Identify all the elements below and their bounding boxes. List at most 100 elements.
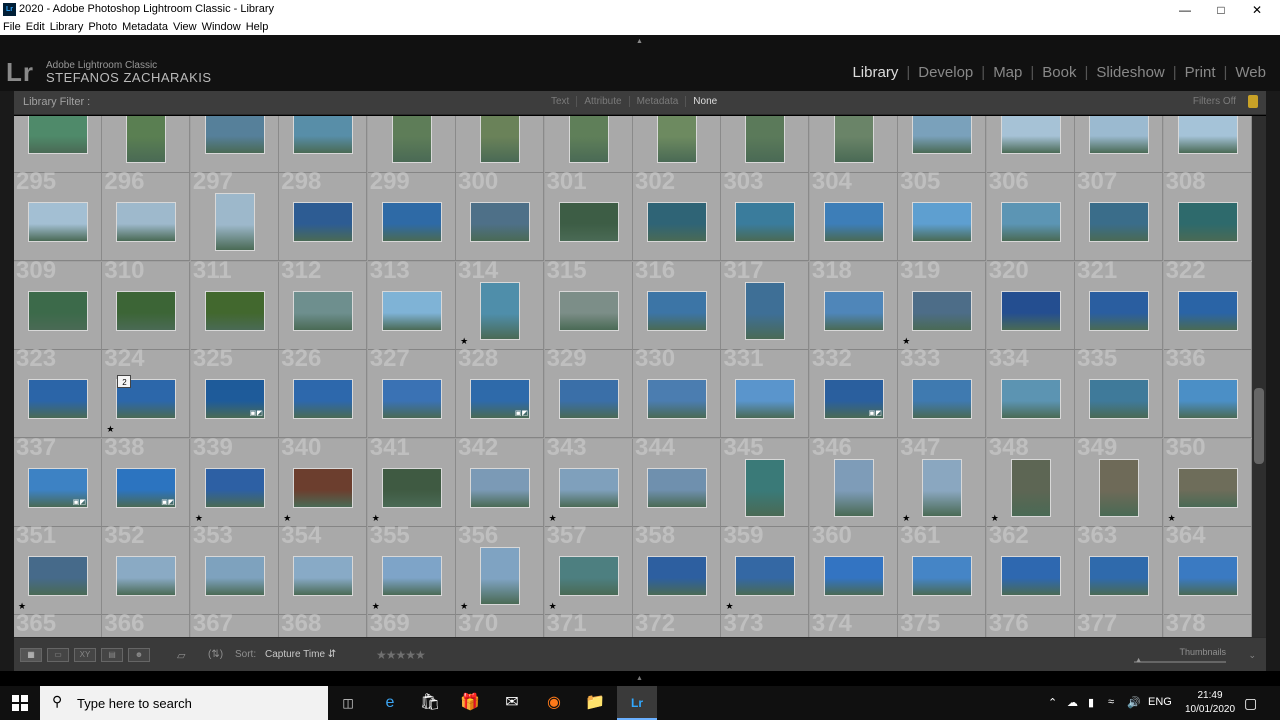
photo-thumbnail[interactable] <box>28 116 88 154</box>
toolbar-options-icon[interactable]: ⌄ <box>1248 650 1256 661</box>
photo-cell[interactable]: 360 <box>809 522 898 615</box>
photo-cell[interactable]: 352 <box>102 522 191 615</box>
photo-cell[interactable]: 313 <box>367 257 456 350</box>
menu-help[interactable]: Help <box>246 20 269 35</box>
photo-thumbnail[interactable] <box>480 116 521 163</box>
photo-cell[interactable]: 331 <box>721 345 810 439</box>
photo-thumbnail[interactable] <box>1089 379 1150 420</box>
photo-cell[interactable]: 317 <box>721 257 810 350</box>
photo-cell[interactable]: 308 <box>1163 168 1252 262</box>
photo-cell[interactable]: 298 <box>279 168 368 262</box>
photo-thumbnail[interactable] <box>293 290 354 331</box>
photo-cell[interactable]: 371 <box>544 610 633 637</box>
photo-cell[interactable]: 295 <box>14 168 102 262</box>
photo-thumbnail[interactable] <box>293 202 354 243</box>
photo-cell[interactable]: 294 <box>1163 116 1252 173</box>
people-view-icon[interactable]: ☻ <box>128 648 150 662</box>
sort-direction-icon[interactable]: (⇅) <box>208 649 223 660</box>
photo-cell[interactable]: 342 <box>456 434 545 527</box>
photo-cell[interactable]: 350 ★ <box>1163 434 1252 527</box>
photo-thumbnail[interactable] <box>126 116 167 163</box>
photo-cell[interactable]: 363 <box>1075 522 1164 615</box>
right-panel-collapsed[interactable] <box>1266 91 1280 671</box>
filter-text[interactable]: Text <box>544 96 578 107</box>
sort-select[interactable]: Capture Time ⇵ <box>265 649 336 660</box>
photo-thumbnail[interactable] <box>1089 556 1150 596</box>
photo-thumbnail[interactable] <box>28 556 88 596</box>
photo-cell[interactable]: 367 <box>190 610 279 637</box>
photo-thumbnail[interactable] <box>381 379 442 420</box>
edit-badge-icon[interactable]: ▣◩ <box>158 498 174 506</box>
photo-thumbnail[interactable] <box>381 290 442 331</box>
menu-library[interactable]: Library <box>50 20 84 35</box>
photo-thumbnail[interactable] <box>1000 290 1061 331</box>
photo-thumbnail[interactable] <box>735 556 796 596</box>
photo-cell[interactable]: 292 <box>986 116 1075 173</box>
photo-cell[interactable]: 355 ★ <box>367 522 456 615</box>
photo-cell[interactable]: 291 <box>898 116 987 173</box>
wifi-icon[interactable]: ≈ <box>1108 696 1114 708</box>
photo-cell[interactable]: 338 ▣◩ <box>102 434 191 527</box>
painter-icon[interactable]: ▱ <box>177 649 185 662</box>
photo-cell[interactable]: 312 <box>279 257 368 350</box>
photo-cell[interactable]: 322 <box>1163 257 1252 350</box>
photo-cell[interactable]: 340 ★ <box>279 434 368 527</box>
photo-thumbnail[interactable] <box>1177 467 1238 508</box>
photo-thumbnail[interactable] <box>1089 202 1150 243</box>
filter-attribute[interactable]: Attribute <box>577 96 630 107</box>
photo-thumbnail[interactable] <box>204 467 265 508</box>
menu-photo[interactable]: Photo <box>88 20 117 35</box>
photo-thumbnail[interactable] <box>293 379 354 420</box>
photo-thumbnail[interactable] <box>480 547 521 605</box>
menu-edit[interactable]: Edit <box>26 20 45 35</box>
photo-thumbnail[interactable] <box>204 116 265 154</box>
photo-cell[interactable]: 319 ★ <box>898 257 987 350</box>
photo-cell[interactable]: 351 ★ <box>14 522 102 615</box>
language-indicator[interactable]: ENG <box>1148 696 1172 708</box>
photo-cell[interactable]: 306 <box>986 168 1075 262</box>
photo-cell[interactable]: 328 ▣◩ <box>456 345 545 439</box>
photo-thumbnail[interactable] <box>823 556 884 596</box>
menu-view[interactable]: View <box>173 20 197 35</box>
photo-cell[interactable]: 365 <box>14 610 102 637</box>
photo-thumbnail[interactable] <box>745 458 786 517</box>
menu-window[interactable]: Window <box>202 20 241 35</box>
module-develop[interactable]: Develop <box>918 64 973 81</box>
photo-thumbnail[interactable] <box>116 290 177 331</box>
photo-cell[interactable]: 286 <box>456 116 545 173</box>
photo-cell[interactable]: 330 <box>633 345 721 439</box>
photo-cell[interactable]: 290 <box>809 116 898 173</box>
loupe-view-icon[interactable]: ▭ <box>47 648 69 662</box>
grid-scrollbar[interactable] <box>1252 116 1266 637</box>
file-explorer-icon[interactable]: 📁 <box>575 686 615 720</box>
photo-thumbnail[interactable] <box>470 202 531 243</box>
photo-thumbnail[interactable] <box>735 202 796 243</box>
photo-cell[interactable]: 359 ★ <box>721 522 810 615</box>
photo-thumbnail[interactable] <box>657 116 697 163</box>
windows-start-icon[interactable] <box>12 695 28 711</box>
photo-thumbnail[interactable] <box>381 202 442 243</box>
photo-cell[interactable]: 341 ★ <box>367 434 456 527</box>
photo-cell[interactable]: 324 ★ 2 <box>102 345 191 439</box>
photo-thumbnail[interactable] <box>823 202 884 243</box>
photo-thumbnail[interactable] <box>647 556 707 596</box>
photo-cell[interactable]: 325 ▣◩ <box>190 345 279 439</box>
store-icon[interactable]: 🛍 <box>410 686 450 720</box>
photo-cell[interactable]: 307 <box>1075 168 1164 262</box>
taskbar-clock[interactable]: 21:49 10/01/2020 <box>1185 689 1235 717</box>
photo-cell[interactable]: 318 <box>809 257 898 350</box>
photo-cell[interactable]: 334 <box>986 345 1075 439</box>
photo-thumbnail[interactable] <box>912 379 973 420</box>
scrollbar-thumb[interactable] <box>1254 388 1264 464</box>
photo-cell[interactable]: 305 <box>898 168 987 262</box>
volume-icon[interactable]: 🔊 <box>1127 696 1141 709</box>
photo-cell[interactable]: 346 <box>809 434 898 527</box>
photo-thumbnail[interactable] <box>1000 556 1061 596</box>
photo-thumbnail[interactable] <box>1177 202 1238 243</box>
photo-cell[interactable]: 326 <box>279 345 368 439</box>
photo-cell[interactable]: 373 <box>721 610 810 637</box>
filter-none[interactable]: None <box>686 96 724 107</box>
photo-cell[interactable]: 348 ★ <box>986 434 1075 527</box>
photo-cell[interactable]: 333 <box>898 345 987 439</box>
photo-cell[interactable]: 335 <box>1075 345 1164 439</box>
